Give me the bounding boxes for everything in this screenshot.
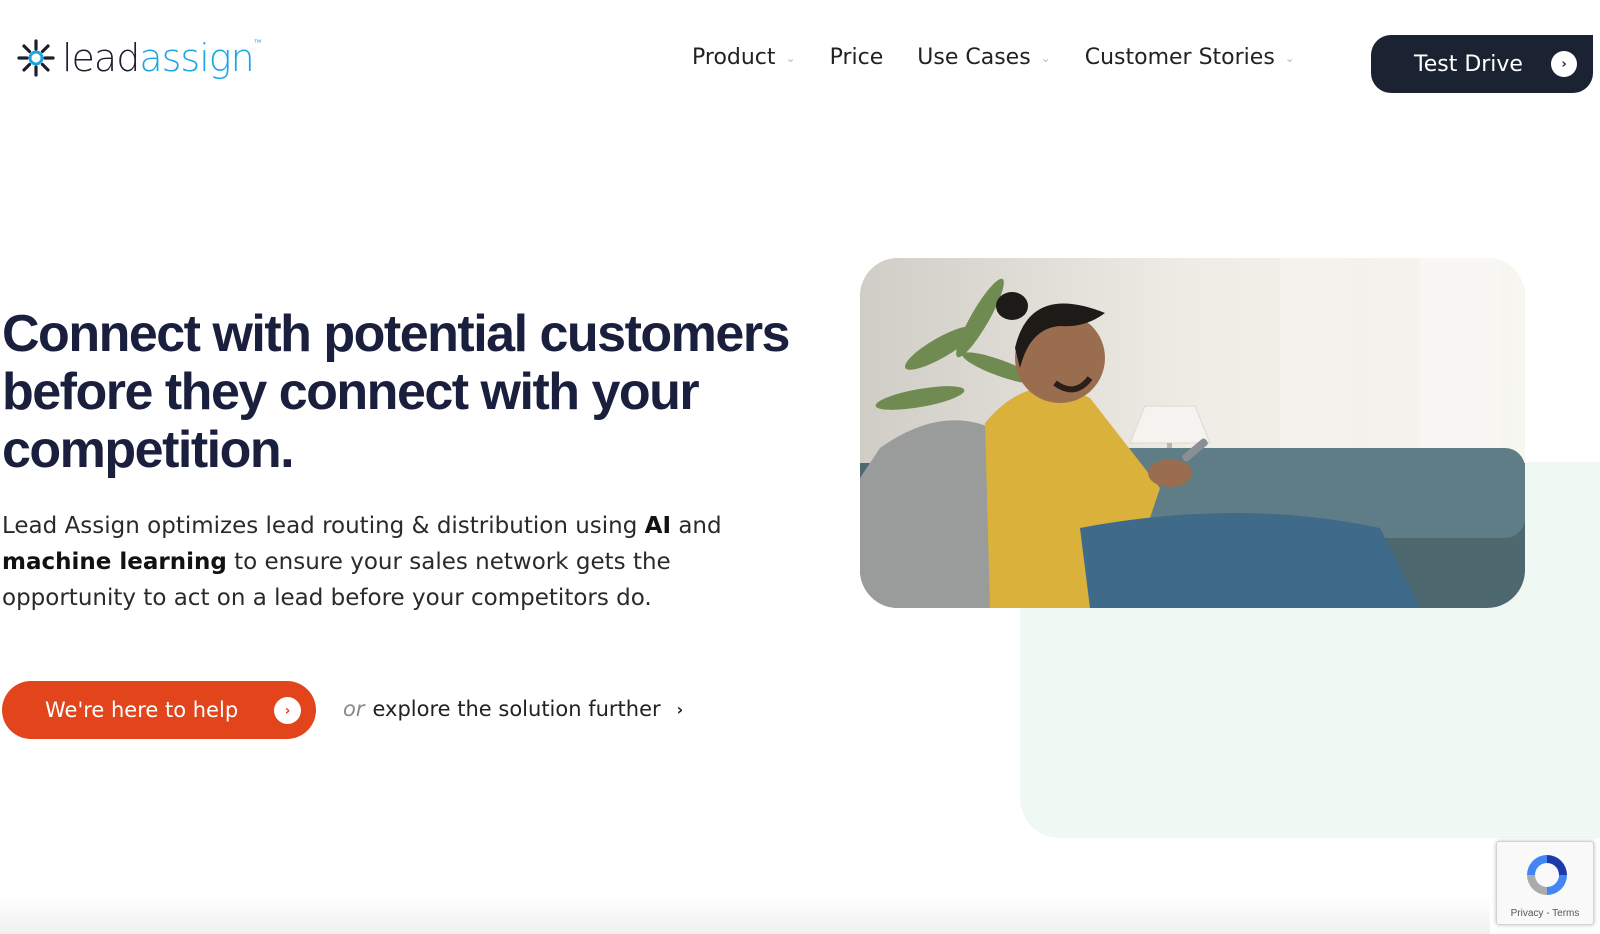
help-cta-button[interactable]: We're here to help › xyxy=(2,681,316,739)
lede-text: and xyxy=(671,513,722,539)
brand-logo[interactable]: leadassign™ xyxy=(16,36,262,80)
hero-headline: Connect with potential customers before … xyxy=(2,305,790,479)
test-drive-button[interactable]: Test Drive › xyxy=(1371,35,1593,93)
nav-item-use-cases[interactable]: Use Cases ⌄ xyxy=(917,45,1050,70)
brand-assign-text: assign xyxy=(139,36,254,80)
recaptcha-badge[interactable]: Privacy - Terms xyxy=(1496,841,1594,925)
arrow-right-icon: › xyxy=(274,697,301,724)
lede-text: Lead Assign optimizes lead routing & dis… xyxy=(2,513,645,539)
recaptcha-links[interactable]: Privacy - Terms xyxy=(1497,908,1593,919)
section-divider-shadow xyxy=(0,895,1490,934)
brand-lead-text: lead xyxy=(62,36,140,80)
hero-description: Lead Assign optimizes lead routing & dis… xyxy=(2,508,792,616)
nav-item-label: Use Cases xyxy=(917,45,1031,70)
hero-photo-illustration xyxy=(860,258,1525,608)
nav-item-label: Price xyxy=(829,45,884,70)
main-nav: Product ⌄ Price Use Cases ⌄ Customer Sto… xyxy=(692,45,1295,70)
help-cta-label: We're here to help xyxy=(45,698,239,722)
hero-photo xyxy=(860,258,1525,608)
explore-or-text: or xyxy=(343,697,365,721)
lede-bold-ml: machine learning xyxy=(2,549,227,575)
nav-item-label: Product xyxy=(692,45,776,70)
explore-label: explore the solution further xyxy=(372,697,661,721)
lede-bold-ai: AI xyxy=(644,513,672,539)
nav-item-customer-stories[interactable]: Customer Stories ⌄ xyxy=(1085,45,1295,70)
nav-item-label: Customer Stories xyxy=(1084,45,1275,70)
explore-solution-link[interactable]: or explore the solution further › xyxy=(343,697,683,721)
nav-item-product[interactable]: Product ⌄ xyxy=(692,45,796,70)
chevron-right-icon: › xyxy=(676,699,684,719)
chevron-down-icon: ⌄ xyxy=(1284,50,1295,65)
chevron-down-icon: ⌄ xyxy=(785,50,796,65)
brand-wordmark: leadassign™ xyxy=(62,36,262,80)
arrow-right-icon: › xyxy=(1551,51,1577,77)
test-drive-label: Test Drive xyxy=(1414,51,1523,77)
nav-item-price[interactable]: Price xyxy=(830,45,884,70)
trademark-symbol: ™ xyxy=(253,38,262,47)
page: leadassign™ Product ⌄ Price Use Cases ⌄ … xyxy=(0,0,1600,934)
chevron-down-icon: ⌄ xyxy=(1040,50,1051,65)
logo-mark-icon xyxy=(17,39,55,77)
recaptcha-icon xyxy=(1527,855,1567,895)
